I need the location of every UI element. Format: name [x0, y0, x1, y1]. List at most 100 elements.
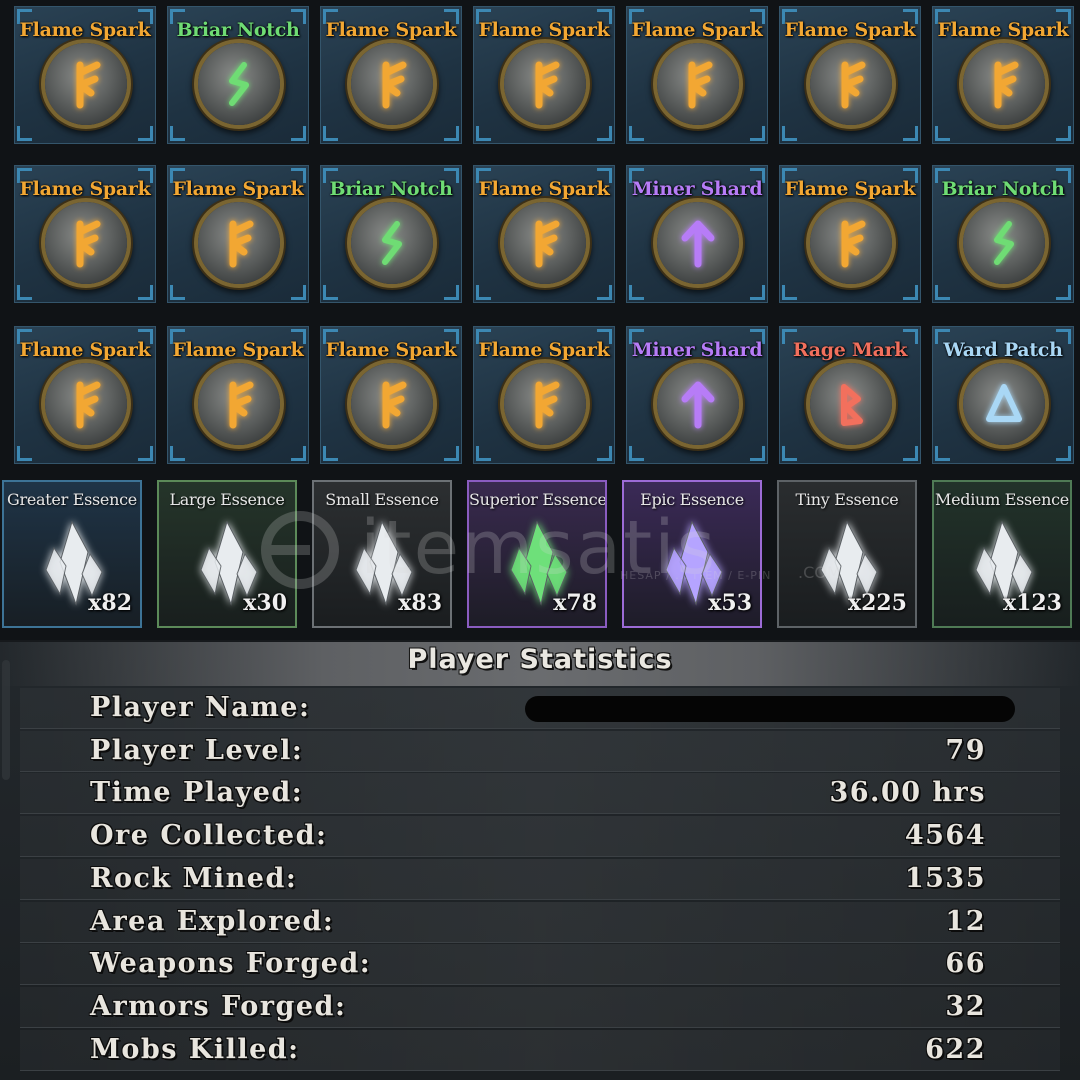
rune-disc — [198, 202, 280, 284]
rune-name: Briar Notch — [329, 178, 453, 200]
rune-disc — [45, 43, 127, 125]
rune-slot[interactable]: Flame Spark — [473, 326, 615, 464]
rune-disc — [198, 363, 280, 445]
stats-title: Player Statistics — [407, 644, 673, 675]
rune-slot[interactable]: Rage Mark — [779, 326, 921, 464]
miner-rune-icon — [681, 381, 715, 429]
flame-rune-icon — [688, 61, 713, 109]
essence-name: Tiny Essence — [795, 490, 899, 509]
rune-name: Miner Shard — [631, 178, 763, 200]
rune-slot[interactable]: Flame Spark — [473, 6, 615, 144]
rune-disc — [45, 363, 127, 445]
stat-row: Armors Forged: 32 — [20, 986, 1060, 1028]
briar-rune-icon — [229, 62, 249, 106]
rune-slot[interactable]: Flame Spark — [932, 6, 1074, 144]
stat-value: 32 — [945, 990, 986, 1022]
essence-name: Small Essence — [325, 490, 439, 509]
rune-name: Flame Spark — [19, 19, 151, 41]
essence-slot-superior[interactable]: Superior Essence x78 — [467, 480, 607, 628]
stat-row: Ore Collected: 4564 — [20, 816, 1060, 858]
flame-rune-icon — [535, 381, 560, 429]
rune-disc — [351, 43, 433, 125]
rune-name: Flame Spark — [937, 19, 1069, 41]
stat-row: Rock Mined: 1535 — [20, 858, 1060, 900]
stat-label: Weapons Forged: — [90, 948, 372, 980]
rune-slot[interactable]: Briar Notch — [167, 6, 309, 144]
essence-slot-medium[interactable]: Medium Essence x123 — [932, 480, 1072, 628]
flame-rune-icon — [76, 220, 101, 268]
rune-disc — [351, 202, 433, 284]
rune-name: Flame Spark — [172, 339, 304, 361]
stat-label: Armors Forged: — [90, 990, 347, 1022]
rune-slot[interactable]: Flame Spark — [779, 6, 921, 144]
rune-slot[interactable]: Flame Spark — [14, 165, 156, 303]
rune-name: Flame Spark — [325, 19, 457, 41]
player-name-redaction — [525, 696, 1015, 722]
essence-slot-small[interactable]: Small Essence x83 — [312, 480, 452, 628]
rune-slot[interactable]: Miner Shard — [626, 165, 768, 303]
flame-rune-icon — [535, 220, 560, 268]
rune-disc — [963, 202, 1045, 284]
rune-slot[interactable]: Miner Shard — [626, 326, 768, 464]
rune-slot[interactable]: Flame Spark — [14, 6, 156, 144]
briar-rune-icon — [382, 221, 402, 265]
rune-slot[interactable]: Flame Spark — [626, 6, 768, 144]
stat-value: 66 — [945, 948, 986, 980]
essence-name: Large Essence — [169, 490, 285, 509]
rune-name: Rage Mark — [792, 339, 908, 361]
rune-slot[interactable]: Flame Spark — [167, 326, 309, 464]
rune-name: Miner Shard — [631, 339, 763, 361]
flame-rune-icon — [994, 61, 1019, 109]
stat-value: 36.00 hrs — [829, 777, 986, 809]
essence-slot-epic[interactable]: Epic Essence x53 — [622, 480, 762, 628]
stat-label: Ore Collected: — [90, 820, 328, 852]
rune-name: Flame Spark — [172, 178, 304, 200]
rune-name: Flame Spark — [631, 19, 763, 41]
flame-rune-icon — [382, 381, 407, 429]
rune-slot[interactable]: Briar Notch — [932, 165, 1074, 303]
stat-value: 12 — [945, 905, 986, 937]
rune-disc — [351, 363, 433, 445]
flame-rune-icon — [841, 61, 866, 109]
miner-rune-icon — [681, 220, 715, 268]
essence-slot-tiny[interactable]: Tiny Essence x225 — [777, 480, 917, 628]
flame-rune-icon — [229, 381, 254, 429]
rune-slot[interactable]: Flame Spark — [320, 326, 462, 464]
flame-rune-icon — [229, 220, 254, 268]
flame-rune-icon — [76, 61, 101, 109]
rune-slot[interactable]: Flame Spark — [320, 6, 462, 144]
rune-name: Flame Spark — [478, 339, 610, 361]
rune-name: Flame Spark — [784, 178, 916, 200]
essence-name: Epic Essence — [640, 490, 744, 509]
rune-inventory-grid: Flame Spark Briar Notch Flame Spark Flame S… — [0, 0, 1080, 640]
rune-name: Briar Notch — [941, 178, 1065, 200]
rune-slot[interactable]: Flame Spark — [779, 165, 921, 303]
essence-count: x83 — [398, 590, 442, 616]
stat-value: 622 — [925, 1033, 986, 1065]
essence-count: x78 — [553, 590, 597, 616]
rune-disc — [810, 363, 892, 445]
stat-row: Time Played: 36.00 hrs — [20, 773, 1060, 815]
rune-disc — [963, 43, 1045, 125]
rune-slot[interactable]: Flame Spark — [14, 326, 156, 464]
rune-slot[interactable]: Flame Spark — [167, 165, 309, 303]
stat-row: Player Level: 79 — [20, 730, 1060, 772]
player-statistics-panel: Player Statistics Player Name: Player Lev… — [0, 642, 1080, 1080]
essence-name: Superior Essence — [469, 490, 607, 509]
rune-disc — [810, 202, 892, 284]
rage-rune-icon — [841, 384, 863, 426]
ward-rune-icon — [986, 384, 1022, 422]
rune-disc — [657, 202, 739, 284]
rune-disc — [963, 363, 1045, 445]
rune-slot[interactable]: Ward Patch — [932, 326, 1074, 464]
rune-name: Flame Spark — [19, 339, 151, 361]
essence-slot-greater[interactable]: Greater Essence x82 — [2, 480, 142, 628]
rune-slot[interactable]: Briar Notch — [320, 165, 462, 303]
rune-disc — [504, 363, 586, 445]
essence-count: x30 — [243, 590, 287, 616]
stat-row: Player Name: — [20, 688, 1060, 729]
rune-slot[interactable]: Flame Spark — [473, 165, 615, 303]
stats-title-band: Player Statistics — [0, 642, 1080, 686]
flame-rune-icon — [382, 61, 407, 109]
essence-slot-large[interactable]: Large Essence x30 — [157, 480, 297, 628]
